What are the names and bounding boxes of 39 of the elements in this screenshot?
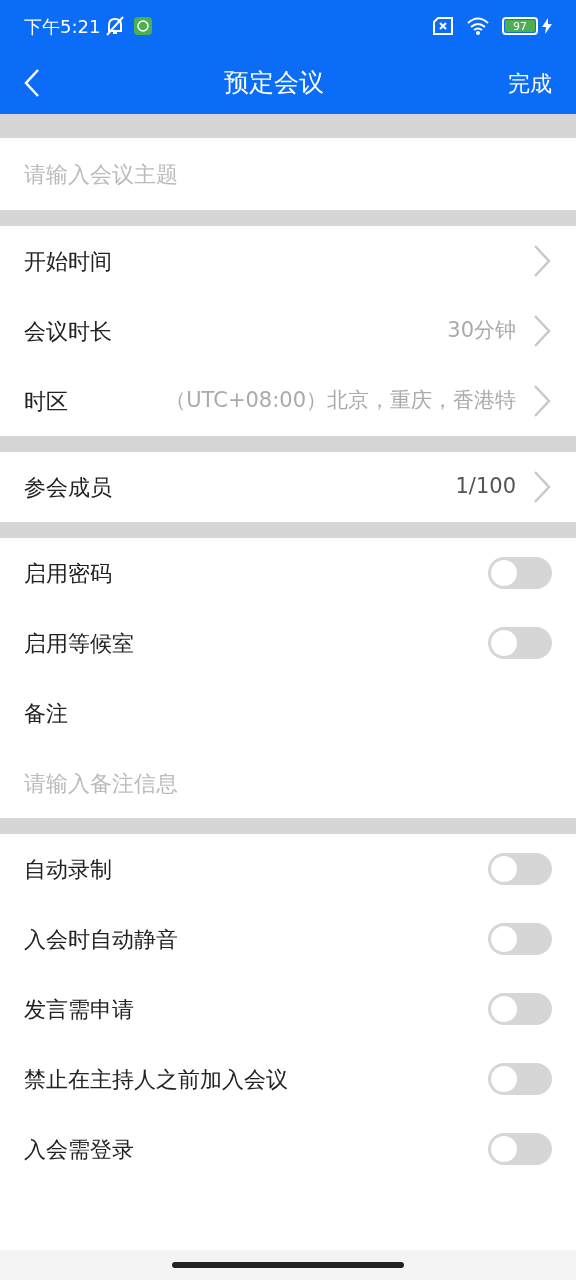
- row-label: 会议时长: [24, 317, 112, 346]
- toggle-switch[interactable]: [488, 853, 552, 885]
- battery-level: 97: [513, 20, 527, 32]
- back-icon[interactable]: [24, 68, 40, 98]
- toggle-switch[interactable]: [488, 1133, 552, 1165]
- home-indicator[interactable]: [172, 1262, 404, 1268]
- note-field[interactable]: 请输入备注信息: [24, 766, 552, 800]
- row-label: 入会需登录: [24, 1135, 135, 1164]
- charging-icon: [542, 18, 552, 34]
- row-label: 自动录制: [24, 855, 113, 884]
- row-label: 发言需申请: [24, 995, 135, 1024]
- done-button[interactable]: 完成: [508, 66, 552, 100]
- topic-field[interactable]: 请输入会议主题: [24, 157, 552, 191]
- app-icon: [134, 17, 153, 35]
- sim-icon: [432, 17, 454, 35]
- row-value: （UTC+08:00）北京，重庆，香港特: [165, 387, 516, 415]
- mute-icon: [104, 15, 127, 37]
- row-label: 启用等候室: [24, 629, 135, 658]
- row-label: 入会时自动静音: [24, 925, 179, 954]
- toggle-switch[interactable]: [488, 627, 552, 659]
- toggle-switch[interactable]: [488, 923, 552, 955]
- row-label: 备注: [24, 699, 68, 728]
- page-title: 预定会议: [223, 67, 325, 100]
- chevron-right-icon: [532, 470, 552, 504]
- toggle-switch[interactable]: [488, 1063, 552, 1095]
- toggle-switch[interactable]: [488, 557, 552, 589]
- toggle-switch[interactable]: [488, 993, 552, 1025]
- wifi-icon: [466, 17, 490, 35]
- chevron-right-icon: [532, 314, 552, 348]
- chevron-right-icon: [532, 244, 552, 278]
- row-label: 开始时间: [24, 247, 112, 276]
- row-label: 禁止在主持人之前加入会议: [24, 1065, 289, 1094]
- row-label: 启用密码: [24, 559, 113, 588]
- row-label: 参会成员: [24, 473, 112, 502]
- row-value: 1/100: [455, 473, 516, 501]
- status-time: 下午5:21: [24, 14, 101, 39]
- row-label: 时区: [24, 387, 68, 416]
- chevron-right-icon: [532, 384, 552, 418]
- row-value: 30分钟: [447, 317, 516, 345]
